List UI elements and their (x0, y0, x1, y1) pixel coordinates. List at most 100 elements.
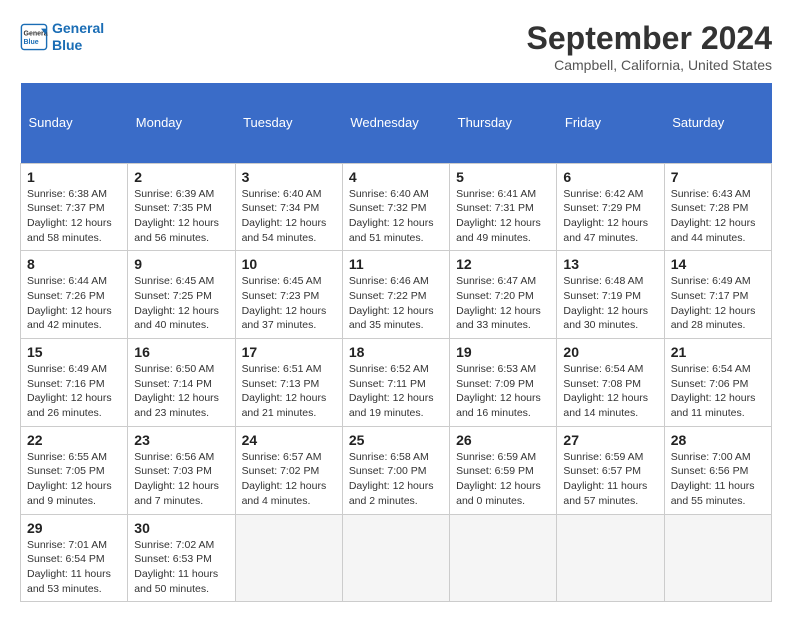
calendar-cell: 30 Sunrise: 7:02 AM Sunset: 6:53 PM Dayli… (128, 514, 235, 602)
calendar-cell: 17 Sunrise: 6:51 AM Sunset: 7:13 PM Dayli… (235, 339, 342, 427)
calendar-cell: 15 Sunrise: 6:49 AM Sunset: 7:16 PM Dayli… (21, 339, 128, 427)
svg-text:Blue: Blue (24, 39, 39, 46)
day-number: 2 (134, 169, 228, 185)
day-info: Sunrise: 7:00 AM Sunset: 6:56 PM Dayligh… (671, 450, 765, 509)
calendar-cell: 23 Sunrise: 6:56 AM Sunset: 7:03 PM Dayli… (128, 426, 235, 514)
day-number: 21 (671, 344, 765, 360)
day-number: 6 (563, 169, 657, 185)
calendar-cell: 3 Sunrise: 6:40 AM Sunset: 7:34 PM Daylig… (235, 163, 342, 251)
col-saturday: Saturday (664, 83, 771, 163)
col-tuesday: Tuesday (235, 83, 342, 163)
day-number: 7 (671, 169, 765, 185)
day-number: 29 (27, 520, 121, 536)
day-number: 11 (349, 256, 443, 272)
calendar-cell: 25Sunrise: 6:58 AM Sunset: 7:00 PM Dayli… (342, 426, 449, 514)
day-info: Sunrise: 6:45 AM Sunset: 7:25 PM Dayligh… (134, 274, 228, 333)
calendar-cell (664, 514, 771, 602)
day-info: Sunrise: 6:48 AM Sunset: 7:19 PM Dayligh… (563, 274, 657, 333)
calendar-cell: 18 Sunrise: 6:52 AM Sunset: 7:11 PM Dayli… (342, 339, 449, 427)
day-number: 17 (242, 344, 336, 360)
calendar-week-3: 15 Sunrise: 6:49 AM Sunset: 7:16 PM Dayli… (21, 339, 772, 427)
calendar-cell: 13 Sunrise: 6:48 AM Sunset: 7:19 PM Dayli… (557, 251, 664, 339)
calendar-week-1: 1 Sunrise: 6:38 AM Sunset: 7:37 PM Daylig… (21, 163, 772, 251)
day-number: 13 (563, 256, 657, 272)
logo: General Blue GeneralBlue (20, 20, 104, 54)
day-info: Sunrise: 6:44 AM Sunset: 7:26 PM Dayligh… (27, 274, 121, 333)
calendar-cell: 21 Sunrise: 6:54 AM Sunset: 7:06 PM Dayli… (664, 339, 771, 427)
day-number: 15 (27, 344, 121, 360)
calendar-cell: 10 Sunrise: 6:45 AM Sunset: 7:23 PM Dayli… (235, 251, 342, 339)
calendar-cell: 28 Sunrise: 7:00 AM Sunset: 6:56 PM Dayli… (664, 426, 771, 514)
day-info: Sunrise: 6:59 AM Sunset: 6:57 PM Dayligh… (563, 450, 657, 509)
calendar-cell: 4Sunrise: 6:40 AM Sunset: 7:32 PM Daylig… (342, 163, 449, 251)
day-number: 24 (242, 432, 336, 448)
day-number: 8 (27, 256, 121, 272)
calendar-cell: 1 Sunrise: 6:38 AM Sunset: 7:37 PM Daylig… (21, 163, 128, 251)
calendar-week-4: 22Sunrise: 6:55 AM Sunset: 7:05 PM Dayli… (21, 426, 772, 514)
day-number: 3 (242, 169, 336, 185)
day-number: 25 (349, 432, 443, 448)
calendar-cell: 24 Sunrise: 6:57 AM Sunset: 7:02 PM Dayli… (235, 426, 342, 514)
calendar-cell: 20 Sunrise: 6:54 AM Sunset: 7:08 PM Dayli… (557, 339, 664, 427)
day-number: 1 (27, 169, 121, 185)
day-info: Sunrise: 6:47 AM Sunset: 7:20 PM Dayligh… (456, 274, 550, 333)
day-number: 9 (134, 256, 228, 272)
logo-icon: General Blue (20, 23, 48, 51)
day-info: Sunrise: 6:46 AM Sunset: 7:22 PM Dayligh… (349, 274, 443, 333)
day-info: Sunrise: 6:39 AM Sunset: 7:35 PM Dayligh… (134, 187, 228, 246)
day-info: Sunrise: 6:38 AM Sunset: 7:37 PM Dayligh… (27, 187, 121, 246)
title-block: September 2024 Campbell, California, Uni… (527, 20, 772, 73)
day-info: Sunrise: 6:52 AM Sunset: 7:11 PM Dayligh… (349, 362, 443, 421)
calendar-cell (235, 514, 342, 602)
calendar-cell: 7 Sunrise: 6:43 AM Sunset: 7:28 PM Daylig… (664, 163, 771, 251)
calendar-cell (450, 514, 557, 602)
day-info: Sunrise: 6:56 AM Sunset: 7:03 PM Dayligh… (134, 450, 228, 509)
day-number: 28 (671, 432, 765, 448)
day-number: 5 (456, 169, 550, 185)
day-number: 18 (349, 344, 443, 360)
day-number: 12 (456, 256, 550, 272)
day-info: Sunrise: 7:01 AM Sunset: 6:54 PM Dayligh… (27, 538, 121, 597)
col-thursday: Thursday (450, 83, 557, 163)
day-info: Sunrise: 6:43 AM Sunset: 7:28 PM Dayligh… (671, 187, 765, 246)
calendar-cell (342, 514, 449, 602)
col-sunday: Sunday (21, 83, 128, 163)
day-number: 22 (27, 432, 121, 448)
day-info: Sunrise: 6:42 AM Sunset: 7:29 PM Dayligh… (563, 187, 657, 246)
col-friday: Friday (557, 83, 664, 163)
day-number: 14 (671, 256, 765, 272)
day-info: Sunrise: 6:54 AM Sunset: 7:08 PM Dayligh… (563, 362, 657, 421)
day-info: Sunrise: 6:59 AM Sunset: 6:59 PM Dayligh… (456, 450, 550, 509)
calendar-cell: 12 Sunrise: 6:47 AM Sunset: 7:20 PM Dayli… (450, 251, 557, 339)
day-number: 16 (134, 344, 228, 360)
day-number: 10 (242, 256, 336, 272)
day-number: 26 (456, 432, 550, 448)
day-number: 27 (563, 432, 657, 448)
calendar-week-2: 8 Sunrise: 6:44 AM Sunset: 7:26 PM Daylig… (21, 251, 772, 339)
calendar-week-5: 29 Sunrise: 7:01 AM Sunset: 6:54 PM Dayli… (21, 514, 772, 602)
calendar-cell: 29 Sunrise: 7:01 AM Sunset: 6:54 PM Dayli… (21, 514, 128, 602)
calendar-cell: 5Sunrise: 6:41 AM Sunset: 7:31 PM Daylig… (450, 163, 557, 251)
day-info: Sunrise: 6:57 AM Sunset: 7:02 PM Dayligh… (242, 450, 336, 509)
calendar-cell: 26 Sunrise: 6:59 AM Sunset: 6:59 PM Dayli… (450, 426, 557, 514)
calendar-cell: 6 Sunrise: 6:42 AM Sunset: 7:29 PM Daylig… (557, 163, 664, 251)
day-info: Sunrise: 6:40 AM Sunset: 7:34 PM Dayligh… (242, 187, 336, 246)
day-number: 23 (134, 432, 228, 448)
day-info: Sunrise: 6:51 AM Sunset: 7:13 PM Dayligh… (242, 362, 336, 421)
day-number: 30 (134, 520, 228, 536)
day-info: Sunrise: 6:50 AM Sunset: 7:14 PM Dayligh… (134, 362, 228, 421)
day-info: Sunrise: 6:49 AM Sunset: 7:16 PM Dayligh… (27, 362, 121, 421)
calendar-cell: 22Sunrise: 6:55 AM Sunset: 7:05 PM Dayli… (21, 426, 128, 514)
day-number: 19 (456, 344, 550, 360)
col-monday: Monday (128, 83, 235, 163)
header-row: Sunday Monday Tuesday Wednesday Thursday… (21, 83, 772, 163)
day-info: Sunrise: 6:53 AM Sunset: 7:09 PM Dayligh… (456, 362, 550, 421)
col-wednesday: Wednesday (342, 83, 449, 163)
day-info: Sunrise: 6:45 AM Sunset: 7:23 PM Dayligh… (242, 274, 336, 333)
day-number: 20 (563, 344, 657, 360)
calendar-cell (557, 514, 664, 602)
day-info: Sunrise: 6:49 AM Sunset: 7:17 PM Dayligh… (671, 274, 765, 333)
day-info: Sunrise: 7:02 AM Sunset: 6:53 PM Dayligh… (134, 538, 228, 597)
calendar-cell: 14 Sunrise: 6:49 AM Sunset: 7:17 PM Dayli… (664, 251, 771, 339)
day-info: Sunrise: 6:54 AM Sunset: 7:06 PM Dayligh… (671, 362, 765, 421)
